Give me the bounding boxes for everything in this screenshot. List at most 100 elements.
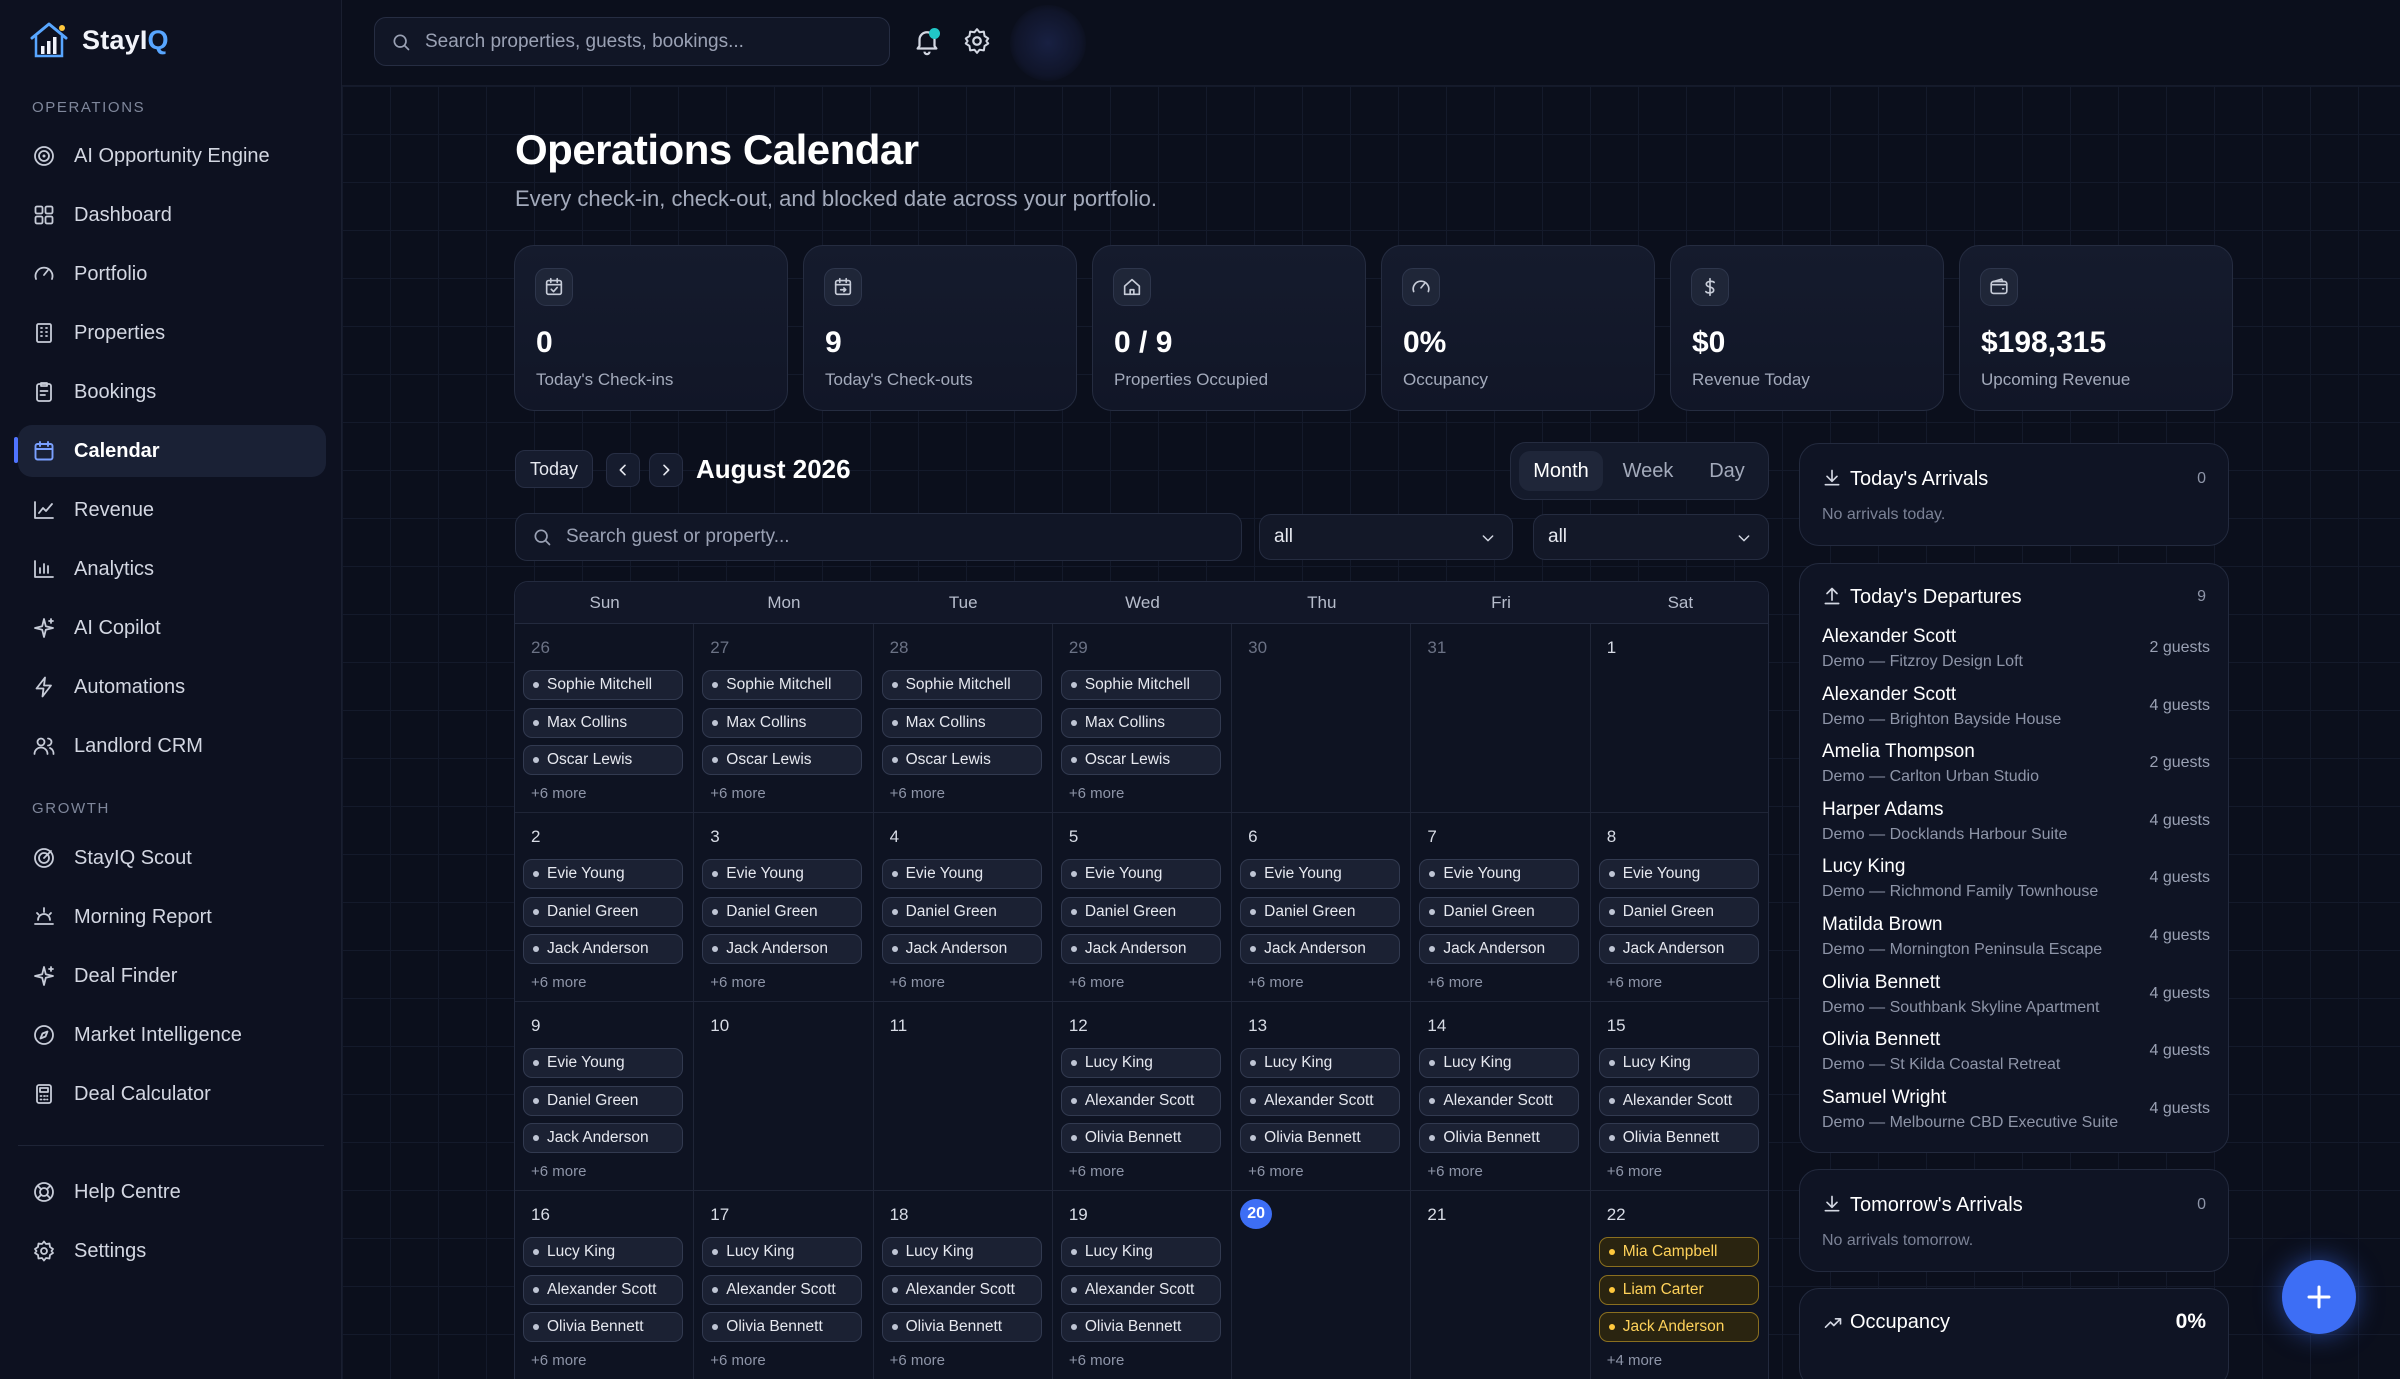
- more-bookings-link[interactable]: +6 more: [1069, 974, 1124, 991]
- view-day[interactable]: Day: [1693, 451, 1761, 491]
- sidebar-item-revenue[interactable]: Revenue: [18, 484, 326, 536]
- booking-pill[interactable]: Alexander Scott: [702, 1274, 863, 1305]
- departure-row[interactable]: Matilda Brown Demo — Mornington Peninsul…: [1822, 914, 2210, 970]
- booking-pill[interactable]: Daniel Green: [1598, 896, 1759, 927]
- status-filter-select[interactable]: all: [1533, 514, 1769, 560]
- more-bookings-link[interactable]: +6 more: [1427, 974, 1482, 991]
- property-filter-select[interactable]: all: [1259, 514, 1513, 560]
- booking-pill[interactable]: Lucy King: [1598, 1048, 1759, 1078]
- booking-pill[interactable]: Daniel Green: [1060, 896, 1221, 927]
- booking-pill[interactable]: Jack Anderson: [523, 1123, 683, 1153]
- booking-pill[interactable]: Max Collins: [702, 707, 863, 738]
- booking-pill[interactable]: Daniel Green: [702, 896, 863, 927]
- booking-pill[interactable]: Jack Anderson: [881, 934, 1042, 964]
- departure-row[interactable]: Alexander Scott Demo — Brighton Bayside …: [1822, 684, 2210, 740]
- booking-pill[interactable]: Olivia Bennett: [1598, 1123, 1759, 1153]
- booking-pill[interactable]: Evie Young: [523, 859, 683, 889]
- view-month[interactable]: Month: [1519, 451, 1603, 491]
- calendar-day-cell[interactable]: 7 Evie Young Daniel Green Jack Anderson +6 m…: [1411, 813, 1591, 1002]
- calendar-day-cell[interactable]: 2 Evie Young Daniel Green Jack Anderson +6 m…: [515, 813, 695, 1002]
- sidebar-item-properties[interactable]: Properties: [18, 307, 326, 359]
- sidebar-item-bookings[interactable]: Bookings: [18, 366, 326, 418]
- booking-pill[interactable]: Oscar Lewis: [881, 745, 1042, 775]
- booking-pill[interactable]: Sophie Mitchell: [881, 670, 1042, 700]
- booking-pill[interactable]: Alexander Scott: [523, 1274, 683, 1305]
- calendar-day-cell[interactable]: 12 Lucy King Alexander Scott Olivia Bennett…: [1052, 1002, 1233, 1191]
- sidebar-item-analytics[interactable]: Analytics: [18, 543, 326, 595]
- more-bookings-link[interactable]: +6 more: [1248, 1163, 1303, 1180]
- booking-pill[interactable]: Sophie Mitchell: [1060, 670, 1221, 700]
- calendar-day-cell[interactable]: 8 Evie Young Daniel Green Jack Anderson +6 m…: [1590, 813, 1768, 1002]
- calendar-day-cell[interactable]: 21: [1411, 1191, 1591, 1379]
- gear-icon[interactable]: [962, 26, 992, 56]
- sidebar-item-ai-opportunity-engine[interactable]: AI Opportunity Engine: [18, 130, 326, 182]
- more-bookings-link[interactable]: +4 more: [1607, 1352, 1662, 1369]
- departure-row[interactable]: Olivia Bennett Demo — St Kilda Coastal R…: [1822, 1029, 2210, 1085]
- booking-pill[interactable]: Jack Anderson: [1598, 934, 1759, 964]
- sidebar-item-deal-calculator[interactable]: Deal Calculator: [18, 1068, 326, 1120]
- booking-pill[interactable]: Oscar Lewis: [1060, 745, 1221, 775]
- more-bookings-link[interactable]: +6 more: [1069, 1352, 1124, 1369]
- calendar-day-cell[interactable]: 6 Evie Young Daniel Green Jack Anderson +6 m…: [1232, 813, 1412, 1002]
- booking-pill[interactable]: Sophie Mitchell: [523, 670, 683, 700]
- sidebar-item-morning-report[interactable]: Morning Report: [18, 891, 326, 943]
- booking-pill[interactable]: Jack Anderson: [1240, 934, 1401, 964]
- prev-month-button[interactable]: [606, 453, 640, 487]
- booking-pill[interactable]: Jack Anderson: [702, 934, 863, 964]
- sidebar-item-market-intelligence[interactable]: Market Intelligence: [18, 1009, 326, 1061]
- calendar-day-cell[interactable]: 1: [1590, 624, 1768, 813]
- sidebar-item-help-centre[interactable]: Help Centre: [18, 1166, 326, 1218]
- booking-pill[interactable]: Max Collins: [1060, 707, 1221, 738]
- add-booking-button[interactable]: [2282, 1260, 2356, 1334]
- booking-pill[interactable]: Alexander Scott: [1060, 1274, 1221, 1305]
- today-button[interactable]: Today: [515, 450, 593, 488]
- sidebar-item-deal-finder[interactable]: Deal Finder: [18, 950, 326, 1002]
- calendar-day-cell[interactable]: 20: [1232, 1191, 1412, 1379]
- sidebar-item-automations[interactable]: Automations: [18, 661, 326, 713]
- booking-pill[interactable]: Daniel Green: [1240, 896, 1401, 927]
- more-bookings-link[interactable]: +6 more: [710, 785, 765, 802]
- more-bookings-link[interactable]: +6 more: [531, 785, 586, 802]
- more-bookings-link[interactable]: +6 more: [710, 974, 765, 991]
- sidebar-item-portfolio[interactable]: Portfolio: [18, 248, 326, 300]
- next-month-button[interactable]: [649, 453, 683, 487]
- calendar-day-cell[interactable]: 15 Lucy King Alexander Scott Olivia Bennett…: [1590, 1002, 1768, 1191]
- calendar-day-cell[interactable]: 29 Sophie Mitchell Max Collins Oscar Lewis +…: [1052, 624, 1233, 813]
- calendar-day-cell[interactable]: 11: [873, 1002, 1053, 1191]
- more-bookings-link[interactable]: +6 more: [1607, 1163, 1662, 1180]
- booking-pill[interactable]: Jack Anderson: [523, 934, 683, 964]
- calendar-day-cell[interactable]: 16 Lucy King Alexander Scott Olivia Bennett…: [515, 1191, 695, 1379]
- booking-pill[interactable]: Daniel Green: [1419, 896, 1580, 927]
- calendar-day-cell[interactable]: 17 Lucy King Alexander Scott Olivia Bennett…: [694, 1191, 874, 1379]
- booking-pill[interactable]: Evie Young: [1240, 859, 1401, 889]
- sidebar-item-stayiq-scout[interactable]: StayIQ Scout: [18, 832, 326, 884]
- more-bookings-link[interactable]: +6 more: [890, 974, 945, 991]
- booking-pill[interactable]: Jack Anderson: [1419, 934, 1580, 964]
- sidebar-item-dashboard[interactable]: Dashboard: [18, 189, 326, 241]
- booking-pill[interactable]: Olivia Bennett: [702, 1312, 863, 1342]
- booking-pill[interactable]: Evie Young: [523, 1048, 683, 1078]
- booking-pill[interactable]: Jack Anderson: [1060, 934, 1221, 964]
- booking-pill[interactable]: Lucy King: [1060, 1048, 1221, 1078]
- calendar-day-cell[interactable]: 27 Sophie Mitchell Max Collins Oscar Lewis +…: [694, 624, 874, 813]
- calendar-day-cell[interactable]: 31: [1411, 624, 1591, 813]
- more-bookings-link[interactable]: +6 more: [890, 1352, 945, 1369]
- more-bookings-link[interactable]: +6 more: [1427, 1163, 1482, 1180]
- booking-pill[interactable]: Alexander Scott: [1060, 1085, 1221, 1116]
- more-bookings-link[interactable]: +6 more: [890, 785, 945, 802]
- more-bookings-link[interactable]: +6 more: [1069, 1163, 1124, 1180]
- calendar-day-cell[interactable]: 26 Sophie Mitchell Max Collins Oscar Lewis +…: [515, 624, 695, 813]
- sidebar-item-settings[interactable]: Settings: [18, 1225, 326, 1277]
- more-bookings-link[interactable]: +6 more: [531, 974, 586, 991]
- booking-pill[interactable]: Evie Young: [702, 859, 863, 889]
- departure-row[interactable]: Alexander Scott Demo — Fitzroy Design Lo…: [1822, 626, 2210, 682]
- calendar-day-cell[interactable]: 4 Evie Young Daniel Green Jack Anderson +6 m…: [873, 813, 1053, 1002]
- booking-pill[interactable]: Olivia Bennett: [1240, 1123, 1401, 1153]
- more-bookings-link[interactable]: +6 more: [531, 1352, 586, 1369]
- booking-pill[interactable]: Alexander Scott: [881, 1274, 1042, 1305]
- booking-pill[interactable]: Oscar Lewis: [702, 745, 863, 775]
- more-bookings-link[interactable]: +6 more: [710, 1352, 765, 1369]
- calendar-day-cell[interactable]: 9 Evie Young Daniel Green Jack Anderson +6 m…: [515, 1002, 695, 1191]
- brand-logo[interactable]: StayIQ: [28, 20, 169, 60]
- booking-pill[interactable]: Olivia Bennett: [1060, 1123, 1221, 1153]
